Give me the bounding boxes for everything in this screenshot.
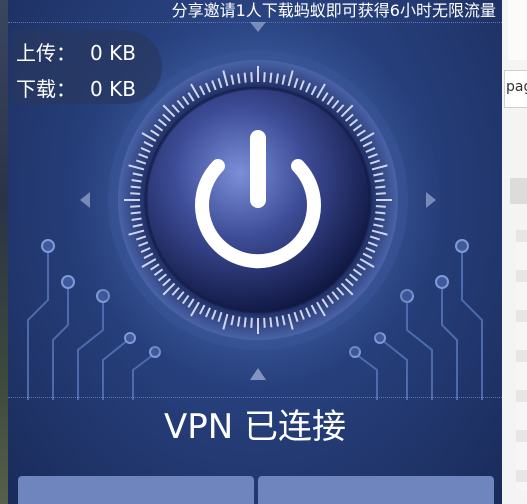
background-left-window-edge — [0, 0, 8, 504]
download-value: 0 KB — [90, 77, 136, 101]
background-right-address-field: pag — [504, 70, 527, 108]
promo-ticker: 分享邀请1人下载蚂蚁即可获得6小时无限流量 — [171, 1, 496, 20]
upload-stat: 上传： 0 KB — [16, 37, 136, 66]
background-right-gray-block — [510, 178, 527, 204]
dial-tick — [250, 317, 253, 328]
background-right-lines — [516, 230, 527, 490]
dial-tick — [243, 317, 247, 328]
dial-tick — [375, 205, 386, 208]
dial-tick — [375, 192, 386, 195]
upload-label: 上传： — [16, 41, 76, 65]
dial-tick — [375, 211, 386, 215]
upload-value: 0 KB — [90, 41, 136, 65]
dial-tick — [250, 72, 253, 83]
dial-tick — [243, 72, 247, 83]
dial-tick — [130, 192, 141, 195]
vpn-panel: 分享邀请1人下载蚂蚁即可获得6小时无限流量 上传： 0 KB 下载： 0 KB VP… — [8, 0, 502, 504]
download-label: 下载： — [16, 77, 76, 101]
dial-tick — [269, 72, 273, 83]
dial-tick — [375, 185, 386, 189]
dial-tick — [130, 185, 141, 189]
background-right-window-chrome — [508, 0, 527, 60]
remaining-traffic-button[interactable] — [258, 476, 494, 504]
route-select-button[interactable] — [18, 476, 254, 504]
background-right-text: pag — [506, 79, 527, 95]
dial-tick — [130, 211, 141, 215]
status-divider — [8, 397, 502, 399]
download-stat: 下载： 0 KB — [16, 73, 136, 102]
dial-tick — [263, 317, 266, 328]
connection-status: VPN 已连接 — [163, 407, 346, 447]
traffic-stats: 上传： 0 KB 下载： 0 KB — [12, 30, 162, 104]
dial-tick — [130, 205, 141, 208]
dial-tick — [263, 72, 266, 83]
dial-tick — [269, 317, 273, 328]
